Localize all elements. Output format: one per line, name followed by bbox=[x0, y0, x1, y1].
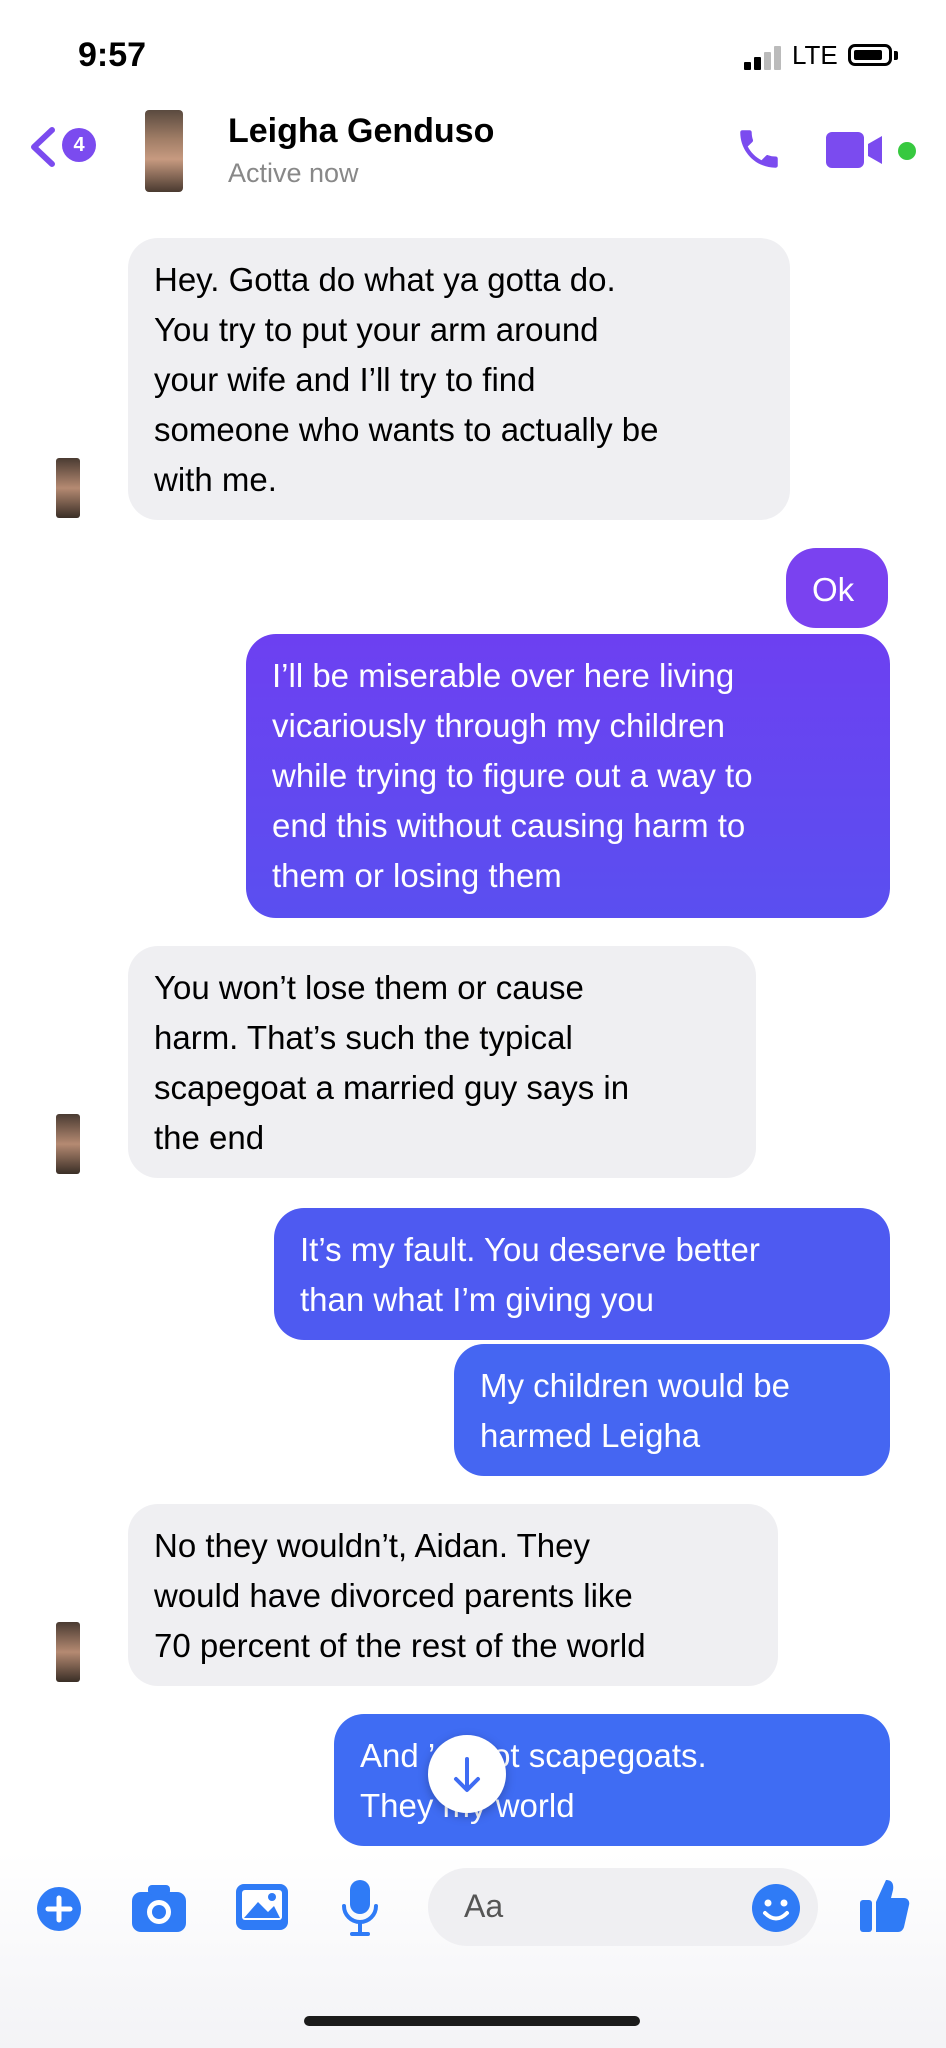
signal-icon bbox=[744, 46, 786, 70]
unread-badge: 4 bbox=[62, 128, 96, 162]
home-indicator bbox=[304, 2016, 640, 2026]
microphone-icon bbox=[342, 1880, 378, 1936]
photo-icon bbox=[236, 1884, 288, 1930]
arrow-down-icon bbox=[454, 1757, 480, 1792]
active-status-dot bbox=[898, 142, 916, 160]
emoji-icon bbox=[752, 1884, 800, 1932]
emoji-button[interactable] bbox=[750, 1882, 802, 1934]
avatar[interactable] bbox=[145, 110, 183, 192]
sender-avatar[interactable] bbox=[56, 1622, 80, 1682]
incoming-message[interactable]: Hey. Gotta do what ya gotta do. You try … bbox=[128, 238, 790, 520]
video-call-button[interactable] bbox=[826, 130, 886, 170]
voice-message-button[interactable] bbox=[340, 1878, 380, 1938]
video-camera-icon bbox=[826, 132, 882, 168]
network-type: LTE bbox=[792, 40, 838, 70]
thumbs-up-icon bbox=[860, 1880, 910, 1932]
gallery-button[interactable] bbox=[234, 1882, 290, 1932]
scroll-to-bottom-button[interactable] bbox=[428, 1735, 506, 1813]
back-button[interactable]: 4 bbox=[28, 120, 98, 180]
like-button[interactable] bbox=[858, 1876, 912, 1934]
contact-name[interactable]: Leigha Genduso bbox=[228, 112, 494, 151]
incoming-message[interactable]: You won’t lose them or cause harm. That’… bbox=[128, 946, 756, 1178]
contact-status: Active now bbox=[228, 158, 359, 188]
phone-icon bbox=[740, 130, 778, 168]
battery-tip bbox=[894, 51, 898, 60]
status-bar: 9:57 LTE bbox=[0, 0, 946, 110]
more-actions-button[interactable] bbox=[36, 1886, 82, 1932]
outgoing-message[interactable]: It’s my fault. You deserve better than w… bbox=[274, 1208, 890, 1340]
back-chevron-icon bbox=[31, 127, 55, 167]
outgoing-message[interactable]: Ok bbox=[786, 548, 888, 628]
outgoing-message[interactable]: My children would be harmed Leigha bbox=[454, 1344, 890, 1476]
conversation-header: 4 Leigha Genduso Active now bbox=[0, 100, 946, 205]
sender-avatar[interactable] bbox=[56, 1114, 80, 1174]
voice-call-button[interactable] bbox=[734, 124, 784, 174]
plus-icon bbox=[37, 1887, 81, 1931]
status-time: 9:57 bbox=[78, 36, 147, 74]
incoming-message[interactable]: No they wouldn’t, Aidan. They would have… bbox=[128, 1504, 778, 1686]
outgoing-message[interactable]: I’ll be miserable over here living vicar… bbox=[246, 634, 890, 918]
battery-icon bbox=[848, 44, 892, 66]
camera-icon bbox=[132, 1885, 186, 1932]
sender-avatar[interactable] bbox=[56, 458, 80, 518]
camera-button[interactable] bbox=[130, 1882, 188, 1934]
message-input-placeholder: Aa bbox=[464, 1888, 504, 1924]
outgoing-message[interactable]: And ’re not scapegoats. They my world bbox=[334, 1714, 890, 1846]
